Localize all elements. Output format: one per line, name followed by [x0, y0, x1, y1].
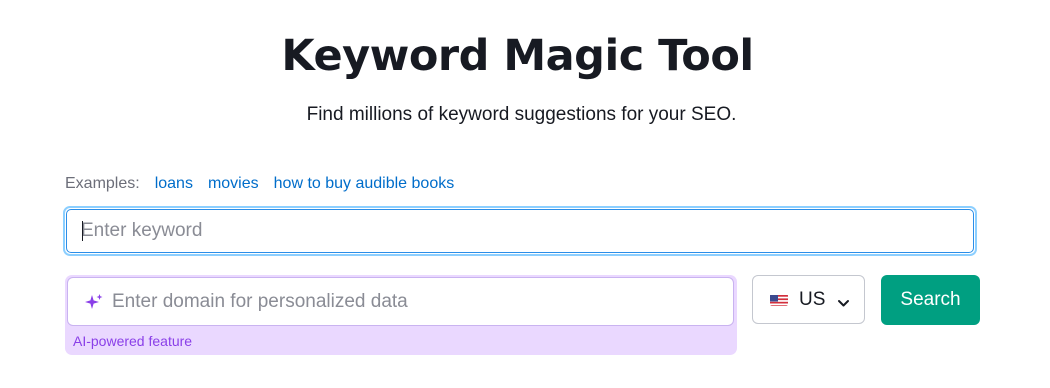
keyword-input[interactable]: [65, 208, 975, 254]
domain-input[interactable]: [112, 278, 722, 325]
example-link-audible-books[interactable]: how to buy audible books: [274, 173, 455, 195]
ai-domain-panel: AI-powered feature: [65, 275, 737, 355]
us-flag-icon: [770, 294, 788, 306]
example-link-movies[interactable]: movies: [208, 173, 259, 195]
examples-label: Examples:: [65, 175, 140, 192]
country-select[interactable]: US: [752, 275, 865, 324]
page-title: Keyword Magic Tool: [281, 31, 754, 81]
chevron-down-icon: [837, 295, 850, 307]
examples-row: Examples: loans movies how to buy audibl…: [65, 173, 469, 195]
keyword-input-container: [63, 206, 977, 256]
sparkle-icon: [83, 292, 105, 314]
example-link-loans[interactable]: loans: [155, 173, 193, 195]
text-caret: [82, 221, 83, 241]
ai-feature-label: AI-powered feature: [73, 333, 193, 349]
country-select-value: US: [799, 289, 826, 310]
search-button[interactable]: Search: [881, 275, 980, 325]
domain-input-container: [67, 277, 734, 326]
page-subtitle: Find millions of keyword suggestions for…: [306, 104, 737, 125]
